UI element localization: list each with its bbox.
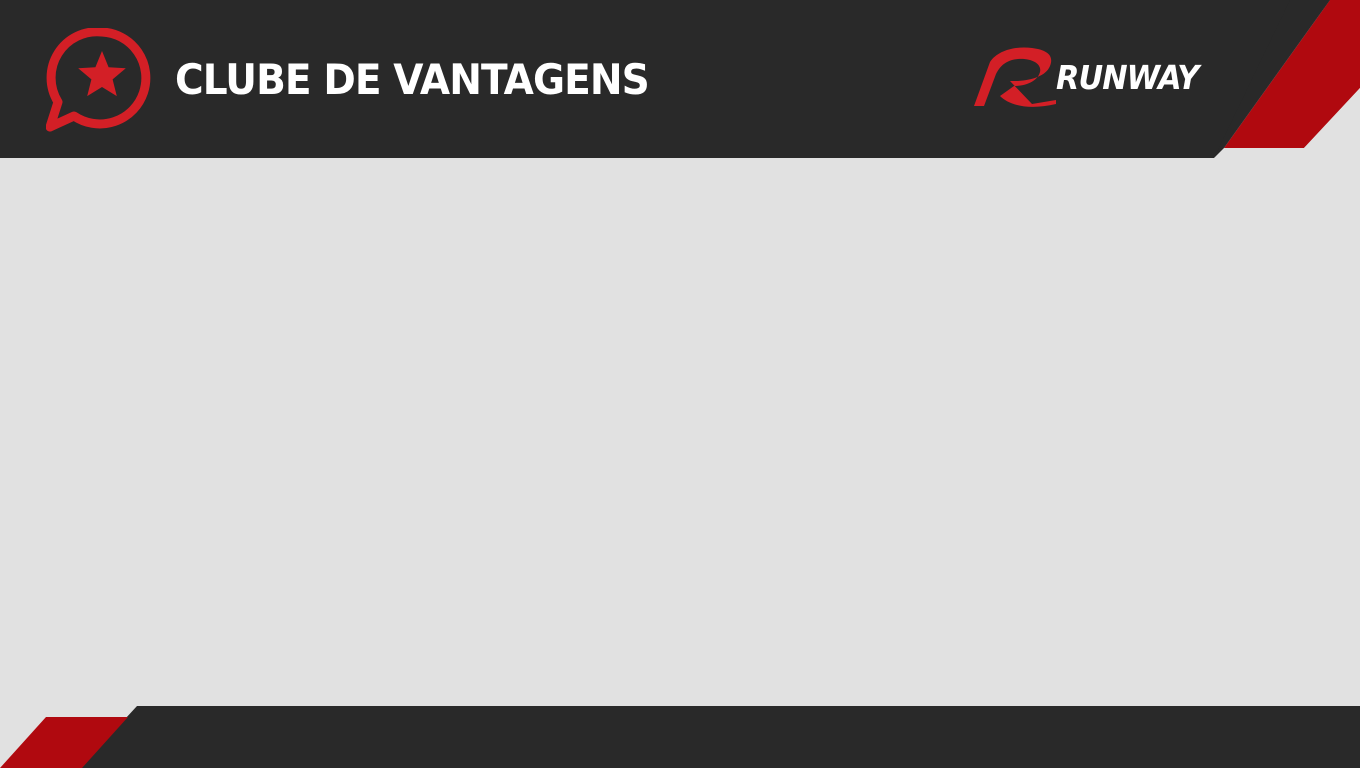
footer-bar bbox=[0, 706, 1360, 768]
runway-r-logo bbox=[974, 47, 1056, 107]
runway-logo: RUNWAY bbox=[970, 44, 1230, 110]
brand-wordmark: RUNWAY bbox=[1056, 58, 1199, 97]
header-bar: CLUBE DE VANTAGENS RUNWAY bbox=[0, 0, 1360, 158]
content-area bbox=[0, 158, 1360, 707]
page-title: CLUBE DE VANTAGENS bbox=[175, 55, 650, 104]
star-chat-bubble-icon bbox=[45, 27, 152, 132]
footer-background bbox=[0, 706, 1360, 768]
